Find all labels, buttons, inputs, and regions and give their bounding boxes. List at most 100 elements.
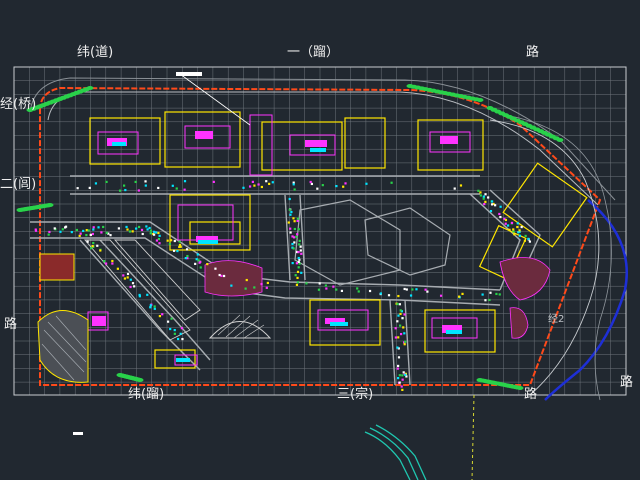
landscape-dot xyxy=(85,229,88,232)
landscape-dot xyxy=(79,232,82,235)
landscape-dot xyxy=(268,182,271,185)
landscape-dot xyxy=(173,332,176,335)
landscape-dot xyxy=(292,217,295,220)
landscape-dot xyxy=(479,194,482,197)
landscape-dot xyxy=(125,225,128,229)
landscape-dot xyxy=(296,233,299,236)
landscape-dot xyxy=(260,282,263,286)
landscape-dot xyxy=(340,289,344,293)
landscape-dot xyxy=(126,228,129,231)
landscape-dot xyxy=(168,242,171,246)
landscape-dot xyxy=(179,332,182,335)
landscape-dot xyxy=(335,288,338,291)
landscape-dot xyxy=(175,187,178,190)
landscape-dot xyxy=(253,286,256,289)
landscape-dot xyxy=(400,385,403,388)
landscape-dot xyxy=(244,287,247,290)
landscape-dot xyxy=(289,213,292,216)
landscape-dot xyxy=(149,306,152,309)
landscape-dot xyxy=(397,314,400,317)
landscape-dot xyxy=(122,274,125,277)
landscape-dot xyxy=(173,328,176,332)
landscape-dot xyxy=(484,299,487,302)
drawing-grid xyxy=(13,66,627,395)
landscape-dot xyxy=(97,226,100,229)
landscape-dot xyxy=(482,197,485,200)
landscape-dot xyxy=(105,231,108,234)
landscape-dot xyxy=(245,278,248,282)
landscape-dot xyxy=(527,237,530,240)
landscape-dot xyxy=(138,293,141,297)
landscape-dot xyxy=(399,332,403,336)
north-marker xyxy=(73,432,83,435)
leader-label xyxy=(176,72,202,76)
landscape-dot xyxy=(176,249,179,253)
landscape-dot xyxy=(157,231,160,235)
landscape-dot xyxy=(173,239,176,243)
landscape-dot xyxy=(265,180,268,183)
landscape-dot xyxy=(461,292,464,296)
landscape-dot xyxy=(335,184,338,188)
landscape-dot xyxy=(129,285,132,289)
landscape-dot xyxy=(85,234,88,237)
landscape-dot xyxy=(481,293,484,296)
landscape-dot xyxy=(293,227,296,231)
landscape-dot xyxy=(90,247,93,250)
landscape-dot xyxy=(477,189,480,192)
road-label-bottom-middle: 三(宗) xyxy=(337,386,373,402)
landscape-dot xyxy=(288,208,291,211)
landscape-dot xyxy=(265,286,268,289)
landscape-dot xyxy=(518,229,521,232)
landscape-dot xyxy=(499,215,502,219)
tree-symbol xyxy=(86,86,94,90)
road-label-right-edge: 路 xyxy=(620,374,633,390)
landscape-dot xyxy=(404,340,407,343)
landscape-dot xyxy=(396,367,399,370)
cad-site-plan-canvas[interactable]: 纬(道) 一（蹓） 路 经(桥) 二(闾) 路 纬(蹓) 三(宗) 路 路 经2 xyxy=(0,0,640,480)
landscape-dot xyxy=(137,189,140,192)
landscape-dot xyxy=(266,281,269,285)
landscape-dot xyxy=(137,225,141,229)
landscape-dot xyxy=(297,250,300,254)
landscape-dot xyxy=(152,230,156,233)
landscape-dot xyxy=(100,231,103,234)
landscape-dot xyxy=(403,343,406,346)
landscape-dot xyxy=(296,219,299,222)
landscape-dot xyxy=(288,197,291,201)
landscape-dot xyxy=(397,356,401,359)
landscape-dot xyxy=(99,249,102,252)
landscape-dot xyxy=(404,373,407,376)
landscape-dot xyxy=(170,317,173,320)
landscape-dot xyxy=(92,241,95,245)
landscape-dot xyxy=(295,283,299,286)
landscape-dot xyxy=(499,205,502,208)
landscape-dot xyxy=(397,294,400,298)
landscape-dot xyxy=(96,244,99,247)
road-label-bottom-left: 纬(蹓) xyxy=(128,387,164,402)
landscape-dot xyxy=(145,225,148,228)
road-label-right-road: 经2 xyxy=(548,312,564,325)
landscape-dot xyxy=(206,262,209,266)
landscape-dot xyxy=(199,266,202,269)
landscape-dot xyxy=(170,239,173,242)
landscape-dot xyxy=(183,180,187,183)
landscape-dot xyxy=(291,261,294,265)
landscape-dot xyxy=(296,276,299,280)
landscape-dot xyxy=(117,227,121,230)
road-label-bottom-right: 路 xyxy=(524,386,537,402)
landscape-dot xyxy=(158,242,161,245)
landscape-dot xyxy=(89,233,92,237)
landscape-dot xyxy=(292,183,295,186)
landscape-dot xyxy=(78,234,81,237)
landscape-dot xyxy=(260,185,263,189)
landscape-dot xyxy=(290,210,293,214)
landscape-dot xyxy=(149,232,152,235)
landscape-dot xyxy=(344,182,347,185)
landscape-dot xyxy=(342,185,345,188)
landscape-dot xyxy=(87,229,90,232)
landscape-dot xyxy=(171,184,174,187)
landscape-dot xyxy=(148,226,151,230)
landscape-dot xyxy=(144,184,147,187)
landscape-dot xyxy=(292,247,295,250)
landscape-dot xyxy=(109,234,112,237)
